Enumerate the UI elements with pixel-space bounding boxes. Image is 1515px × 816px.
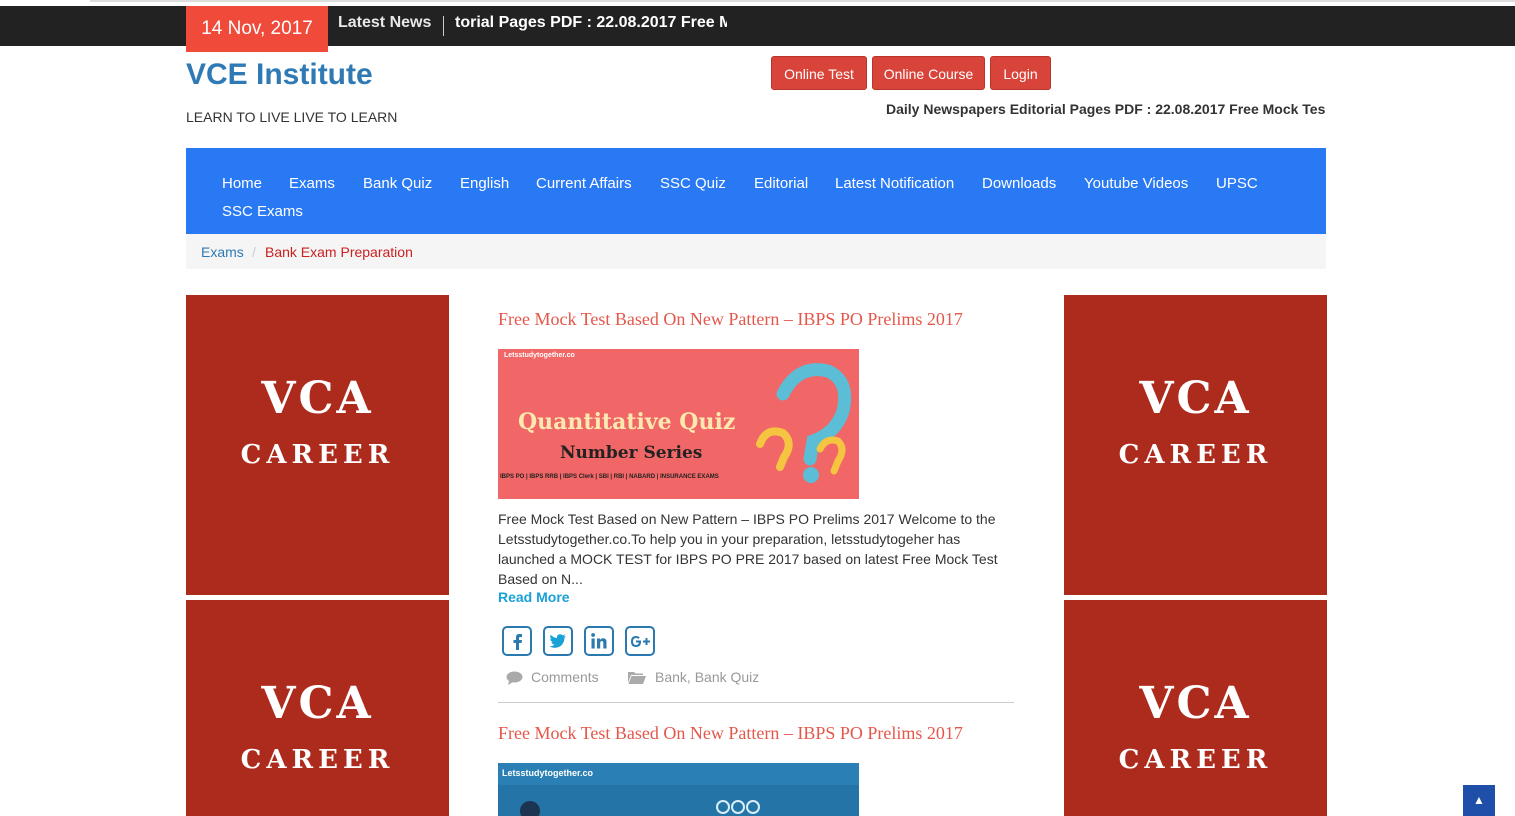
ad-vca-text: VCA (261, 678, 374, 729)
nav-item-bank-quiz[interactable]: Bank Quiz (363, 175, 432, 192)
login-button[interactable]: Login (990, 56, 1051, 90)
nav-item-ssc-exams[interactable]: SSC Exams (222, 203, 303, 220)
google-plus-share-button[interactable] (625, 626, 655, 656)
nav-item-exams[interactable]: Exams (289, 175, 335, 192)
comments-link[interactable]: Comments (531, 669, 599, 685)
facebook-share-button[interactable] (502, 626, 532, 656)
online-course-button[interactable]: Online Course (872, 56, 985, 90)
comment-icon (506, 671, 523, 685)
latest-news-label: Latest News (338, 14, 432, 31)
nav-item-english[interactable]: English (460, 175, 509, 192)
date-badge: 14 Nov, 2017 (186, 6, 328, 52)
nav-item-home[interactable]: Home (222, 175, 262, 192)
post-excerpt: Free Mock Test Based on New Pattern – IB… (498, 511, 998, 587)
site-title[interactable]: VCE Institute (186, 58, 373, 92)
facebook-icon (513, 634, 522, 650)
thumbnail-subtitle: Number Series (560, 443, 703, 463)
page-top-border (90, 0, 1515, 2)
online-test-button[interactable]: Online Test (771, 56, 867, 90)
folder-icon (628, 672, 646, 684)
ad-vca-text: VCA (261, 373, 374, 424)
breadcrumb: Exams / Bank Exam Preparation (186, 234, 1326, 269)
nav-item-current-affairs[interactable]: Current Affairs (536, 175, 632, 192)
nav-item-editorial[interactable]: Editorial (754, 175, 808, 192)
ad-banner-left-top[interactable]: VCA CAREER (186, 295, 449, 595)
linkedin-icon (591, 633, 607, 649)
nav-item-youtube-videos[interactable]: Youtube Videos (1084, 175, 1188, 192)
ticker-separator (443, 16, 444, 36)
post-categories[interactable]: Bank, Bank Quiz (655, 669, 759, 685)
main-navbar: Home Exams Bank Quiz English Current Aff… (186, 148, 1326, 234)
breadcrumb-exams-link[interactable]: Exams (201, 244, 244, 260)
google-plus-icon (631, 636, 650, 647)
linkedin-share-button[interactable] (584, 626, 614, 656)
ad-career-text: CAREER (240, 745, 395, 775)
breadcrumb-current: Bank Exam Preparation (265, 244, 413, 260)
ad-career-text: CAREER (1118, 440, 1273, 470)
post-thumbnail[interactable]: Letsstudytogether.co Quantitative Quiz N… (498, 349, 859, 499)
nav-item-upsc[interactable]: UPSC (1216, 175, 1258, 192)
post-divider (498, 702, 1014, 703)
header-news-marquee[interactable]: Daily Newspapers Editorial Pages PDF : 2… (886, 101, 1326, 117)
news-ticker[interactable]: torial Pages PDF : 22.08.2017 Free M (455, 14, 727, 32)
ad-vca-text: VCA (1139, 678, 1252, 729)
breadcrumb-separator: / (252, 244, 256, 260)
ad-career-text: CAREER (1118, 745, 1273, 775)
back-to-top-button[interactable]: ▲ (1463, 785, 1495, 816)
nav-item-downloads[interactable]: Downloads (982, 175, 1056, 192)
post-title[interactable]: Free Mock Test Based On New Pattern – IB… (498, 309, 963, 330)
nav-item-latest-notification[interactable]: Latest Notification (835, 175, 954, 192)
twitter-icon (549, 634, 566, 648)
thumbnail-exam-strip: IBPS PO | IBPS RRB | IBPS Clerk | SBI | … (500, 474, 719, 480)
ad-vca-text: VCA (1139, 373, 1252, 424)
nav-item-ssc-quiz[interactable]: SSC Quiz (660, 175, 726, 192)
read-more-link[interactable]: Read More (498, 589, 570, 605)
ad-career-text: CAREER (240, 440, 395, 470)
thumbnail-graphic (498, 785, 859, 816)
ad-banner-right-bottom[interactable]: VCA CAREER (1064, 600, 1327, 816)
site-tagline: LEARN TO LIVE LIVE TO LEARN (186, 109, 398, 125)
chevron-up-icon: ▲ (1473, 793, 1485, 807)
ad-banner-right-top[interactable]: VCA CAREER (1064, 295, 1327, 595)
post-thumbnail[interactable]: Letsstudytogether.co (498, 763, 859, 816)
post-title[interactable]: Free Mock Test Based On New Pattern – IB… (498, 723, 963, 744)
twitter-share-button[interactable] (543, 626, 573, 656)
ad-banner-left-bottom[interactable]: VCA CAREER (186, 600, 449, 816)
thumbnail-title: Quantitative Quiz (518, 409, 736, 435)
